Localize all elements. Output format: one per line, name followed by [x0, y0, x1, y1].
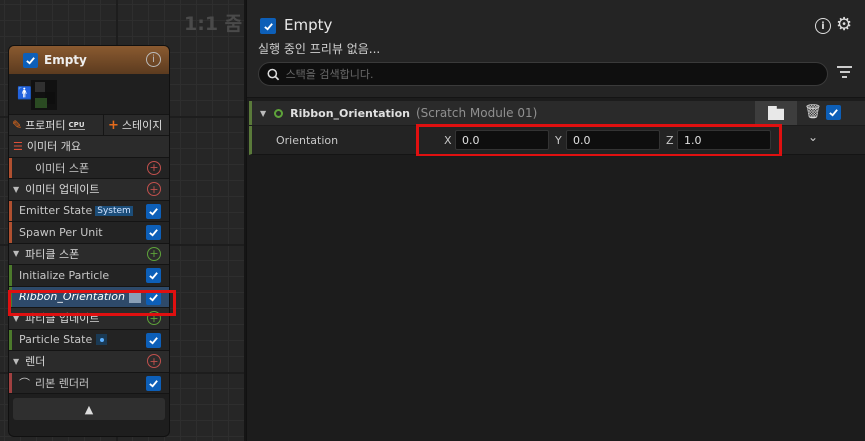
module-header-row[interactable]: ▼ Ribbon_Orientation (Scratch Module 01)…	[249, 101, 865, 125]
section-label: 이미터 스폰	[35, 161, 90, 175]
module-initialize-particle[interactable]: Initialize Particle	[9, 265, 169, 287]
properties-tab-label: 프로퍼티	[25, 119, 66, 132]
preview-status: 실행 중인 프리뷰 없음...	[258, 42, 381, 56]
section-render[interactable]: ▼ 렌더 +	[9, 351, 169, 373]
checkmark-icon	[149, 379, 158, 388]
emitter-thumbnail: 🚹	[9, 74, 169, 114]
search-input[interactable]	[285, 67, 827, 81]
edit-scratch-module-button[interactable]	[755, 101, 797, 125]
module-enable-checkbox[interactable]	[146, 203, 161, 219]
emitter-enable-checkbox[interactable]	[260, 18, 276, 34]
add-module-button[interactable]: +	[147, 160, 161, 175]
plus-icon: +	[108, 117, 119, 133]
module-name: Ribbon_Orientation	[290, 106, 410, 120]
collapse-triangle-icon[interactable]: ▼	[260, 109, 266, 118]
highlight-box-module	[8, 290, 176, 316]
add-renderer-button[interactable]: +	[147, 354, 161, 368]
section-particle-spawn[interactable]: ▼ 파티클 스폰 +	[9, 243, 169, 265]
stack-search[interactable]	[258, 62, 828, 86]
emitter-graph-canvas[interactable]: 1:1 줌 Empty i 🚹 ✎ 프로퍼티 CPU + 스테이지 ☰ 이미터 …	[0, 0, 244, 441]
highlight-box-vector	[416, 124, 782, 157]
module-enable-checkbox[interactable]	[146, 268, 161, 283]
collapse-triangle-icon[interactable]: ▼	[13, 357, 19, 366]
module-source: (Scratch Module 01)	[415, 106, 538, 120]
add-module-button[interactable]: +	[147, 182, 161, 196]
particle-state-icon	[96, 334, 108, 346]
checkmark-icon	[149, 207, 158, 216]
selection-details-panel: Empty 실행 중인 프리뷰 없음... i ⚙ ▼ Ribbon_Orien…	[246, 0, 865, 441]
chevron-down-icon[interactable]: ⌄	[808, 130, 818, 144]
module-ribbon-renderer[interactable]: ⌒ 리본 렌더러	[9, 372, 169, 394]
trash-icon[interactable]: 🗑	[804, 104, 822, 120]
emitter-node[interactable]: Empty i 🚹 ✎ 프로퍼티 CPU + 스테이지 ☰ 이미터 개요 이미터…	[8, 45, 170, 437]
checkmark-icon	[26, 56, 35, 65]
person-icon: 🚹	[17, 86, 32, 100]
chevron-up-icon: ▲	[84, 402, 94, 416]
checkmark-icon	[829, 109, 838, 117]
pencil-icon: ✎	[12, 118, 23, 132]
info-icon[interactable]: i	[146, 52, 161, 67]
module-status-icon	[274, 108, 284, 118]
properties-tab[interactable]: ✎ 프로퍼티 CPU	[9, 117, 103, 133]
module-enable-checkbox[interactable]	[146, 375, 161, 391]
info-icon[interactable]: i	[815, 18, 831, 34]
module-enable-checkbox[interactable]	[826, 105, 841, 120]
edit-icon	[768, 106, 784, 120]
emitter-enable-checkbox[interactable]	[23, 52, 38, 68]
module-label: Particle State	[19, 333, 93, 347]
add-module-button[interactable]: +	[147, 246, 161, 261]
module-enable-checkbox[interactable]	[146, 225, 161, 240]
thumbnail-image	[31, 80, 57, 110]
emitter-name: Empty	[284, 16, 333, 34]
emitter-node-title: Empty	[44, 53, 87, 67]
collapse-node-button[interactable]: ▲	[13, 398, 165, 420]
section-label: 이미터 업데이트	[25, 183, 100, 197]
section-label: 렌더	[25, 355, 46, 369]
panel-header: Empty 실행 중인 프리뷰 없음... i ⚙	[247, 0, 865, 98]
section-emitter-spawn[interactable]: 이미터 스폰 +	[9, 157, 169, 179]
list-icon: ☰	[13, 139, 23, 153]
collapse-triangle-icon[interactable]: ▼	[13, 249, 19, 258]
stage-button-label: 스테이지	[121, 119, 163, 132]
section-label: 파티클 스폰	[25, 247, 80, 261]
search-icon	[267, 68, 280, 80]
module-particle-state[interactable]: Particle State	[9, 329, 169, 351]
cpu-sim-target-icon: CPU	[68, 120, 85, 130]
gear-icon[interactable]: ⚙	[836, 14, 852, 35]
system-tag: System	[95, 205, 133, 216]
node-toolbar: ✎ 프로퍼티 CPU + 스테이지	[9, 114, 169, 136]
filter-icon[interactable]	[837, 66, 852, 81]
checkmark-icon	[149, 272, 158, 280]
checkmark-icon	[263, 22, 273, 31]
module-emitter-state[interactable]: Emitter State System	[9, 200, 169, 222]
module-label: 리본 렌더러	[35, 376, 90, 390]
module-enable-checkbox[interactable]	[146, 332, 161, 348]
checkmark-icon	[149, 336, 158, 345]
panel-empty-area	[247, 156, 865, 441]
checkmark-icon	[149, 229, 158, 237]
collapse-triangle-icon[interactable]: ▼	[13, 185, 19, 194]
module-spawn-per-unit[interactable]: Spawn Per Unit	[9, 222, 169, 244]
section-emitter-summary[interactable]: ☰ 이미터 개요	[9, 136, 169, 158]
emitter-node-header[interactable]: Empty i	[9, 46, 169, 74]
add-stage-button[interactable]: + 스테이지	[103, 115, 162, 135]
ribbon-renderer-icon: ⌒	[19, 376, 30, 390]
module-label: Spawn Per Unit	[19, 225, 103, 239]
module-label: Emitter State	[19, 204, 93, 218]
parameter-label: Orientation	[276, 134, 339, 147]
module-label: Initialize Particle	[19, 268, 110, 282]
section-emitter-update[interactable]: ▼ 이미터 업데이트 +	[9, 179, 169, 201]
zoom-label: 1:1 줌	[184, 13, 243, 35]
section-label: 이미터 개요	[26, 140, 81, 154]
